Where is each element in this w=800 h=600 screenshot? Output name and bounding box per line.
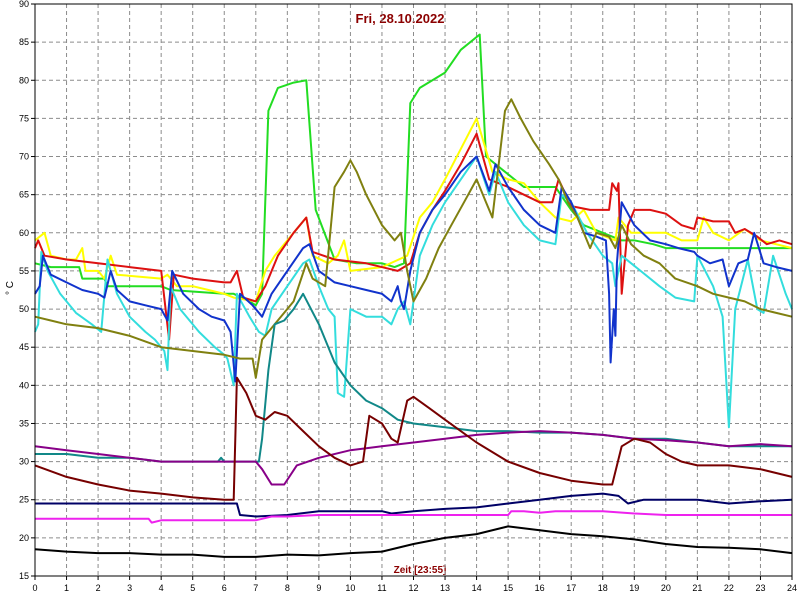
y-tick-label: 80 — [19, 75, 29, 85]
x-tick-label: 20 — [661, 583, 671, 593]
y-tick-label: 60 — [19, 228, 29, 238]
x-tick-label: 0 — [32, 583, 37, 593]
x-tick-label: 5 — [190, 583, 195, 593]
chart-title: Fri, 28.10.2022 — [356, 11, 445, 26]
x-tick-label: 24 — [787, 583, 797, 593]
x-axis-label: Zeit [23:55] — [394, 565, 447, 576]
y-tick-label: 65 — [19, 190, 29, 200]
x-tick-label: 6 — [222, 583, 227, 593]
x-tick-label: 21 — [692, 583, 702, 593]
y-tick-label: 20 — [19, 533, 29, 543]
x-tick-label: 13 — [440, 583, 450, 593]
y-tick-label: 70 — [19, 152, 29, 162]
x-tick-label: 22 — [724, 583, 734, 593]
x-tick-label: 9 — [316, 583, 321, 593]
x-tick-label: 16 — [535, 583, 545, 593]
y-tick-label: 90 — [19, 0, 29, 9]
y-tick-label: 35 — [19, 418, 29, 428]
x-tick-label: 17 — [566, 583, 576, 593]
x-tick-label: 2 — [96, 583, 101, 593]
x-tick-label: 3 — [127, 583, 132, 593]
x-tick-label: 7 — [253, 583, 258, 593]
x-tick-label: 14 — [472, 583, 482, 593]
y-tick-label: 30 — [19, 457, 29, 467]
x-tick-label: 18 — [598, 583, 608, 593]
y-tick-label: 40 — [19, 380, 29, 390]
y-tick-label: 45 — [19, 342, 29, 352]
y-tick-label: 50 — [19, 304, 29, 314]
x-tick-label: 12 — [408, 583, 418, 593]
x-tick-label: 1 — [64, 583, 69, 593]
x-tick-label: 15 — [503, 583, 513, 593]
y-tick-label: 25 — [19, 495, 29, 505]
x-tick-label: 8 — [285, 583, 290, 593]
temperature-chart: Fri, 28.10.2022 ° C Zeit [23:55] 1520253… — [5, 0, 797, 593]
y-tick-label: 75 — [19, 113, 29, 123]
x-tick-label: 4 — [159, 583, 164, 593]
x-axis: 0 1 2 3 4 5 6 7 8 9 10 11 12 13 14 15 16 17 18 19 20 21 22 23 24 — [32, 576, 797, 593]
x-tick-label: 11 — [377, 583, 386, 593]
y-tick-label: 15 — [19, 571, 29, 581]
grid — [34, 3, 793, 577]
x-tick-label: 23 — [755, 583, 765, 593]
x-tick-label: 10 — [345, 583, 355, 593]
x-tick-label: 19 — [629, 583, 639, 593]
y-tick-label: 55 — [19, 266, 29, 276]
y-axis: 15 20 25 30 35 40 45 50 55 60 65 70 75 80 85 90 — [19, 0, 35, 581]
y-axis-label: ° C — [5, 281, 16, 295]
y-tick-label: 85 — [19, 37, 29, 47]
